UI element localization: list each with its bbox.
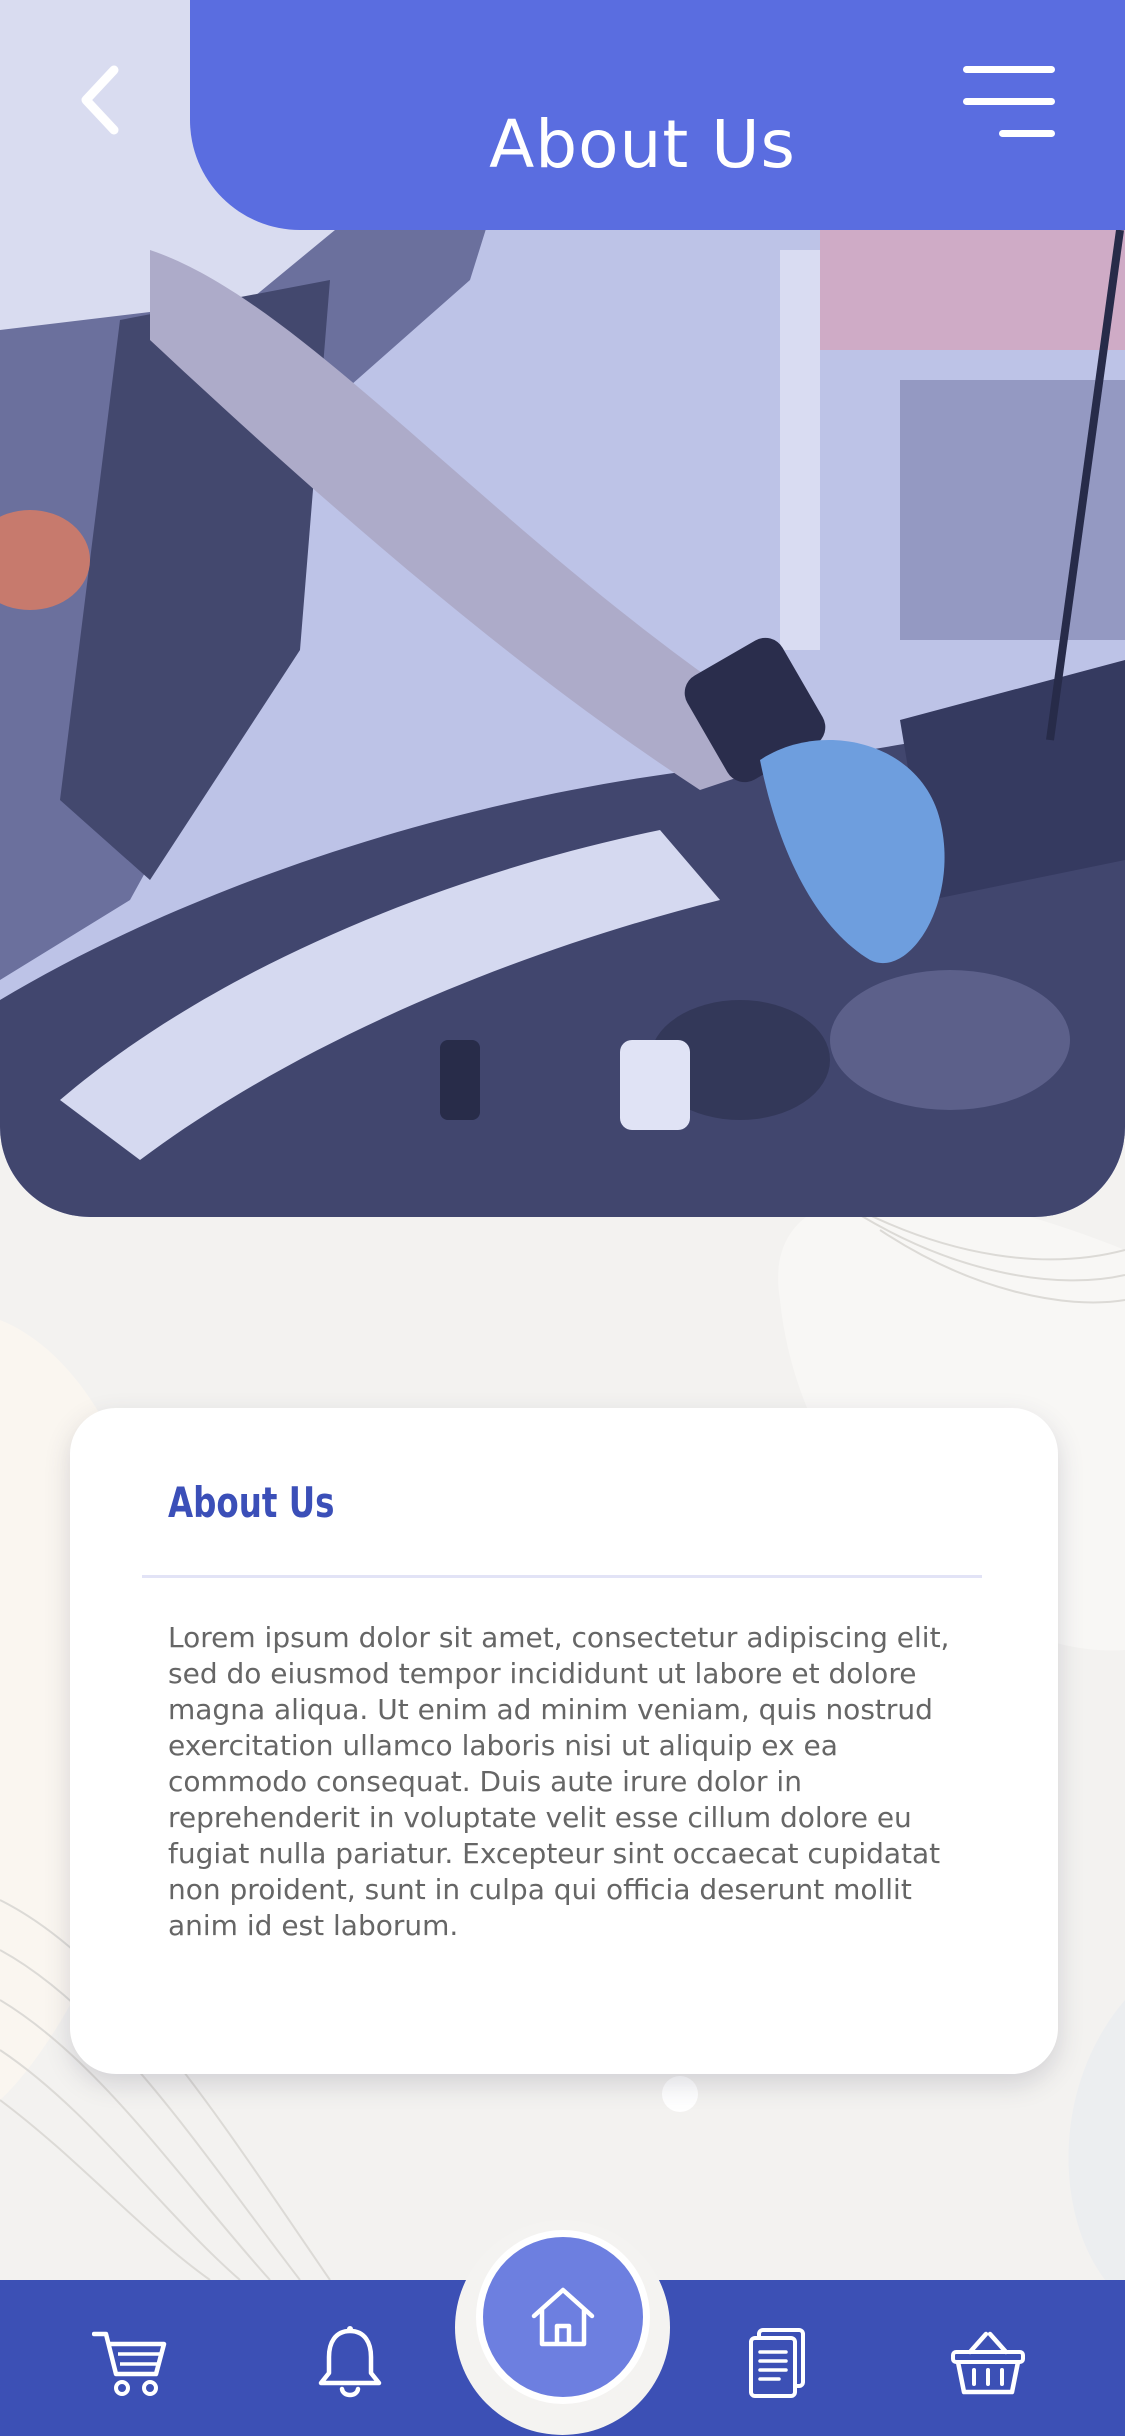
nav-basket-button[interactable]	[943, 2318, 1033, 2408]
cart-icon	[92, 2331, 167, 2396]
menu-button[interactable]	[963, 66, 1055, 138]
divider	[142, 1575, 982, 1578]
about-heading: About Us	[168, 1478, 335, 1527]
nav-notifications-button[interactable]	[305, 2318, 395, 2408]
document-icon	[749, 2328, 805, 2398]
basket-icon	[951, 2331, 1025, 2395]
nav-cart-button[interactable]	[85, 2318, 175, 2408]
about-body-text: Lorem ipsum dolor sit amet, consectetur …	[168, 1621, 950, 1942]
home-icon	[531, 2287, 595, 2347]
back-button[interactable]	[60, 60, 140, 140]
bell-icon	[318, 2326, 382, 2398]
header-bar: About Us	[190, 0, 1125, 230]
chevron-left-icon	[81, 65, 119, 135]
about-card: About Us Lorem ipsum dolor sit amet, con…	[70, 1408, 1058, 2074]
nav-documents-button[interactable]	[732, 2318, 822, 2408]
nav-home-button[interactable]	[476, 2230, 650, 2404]
